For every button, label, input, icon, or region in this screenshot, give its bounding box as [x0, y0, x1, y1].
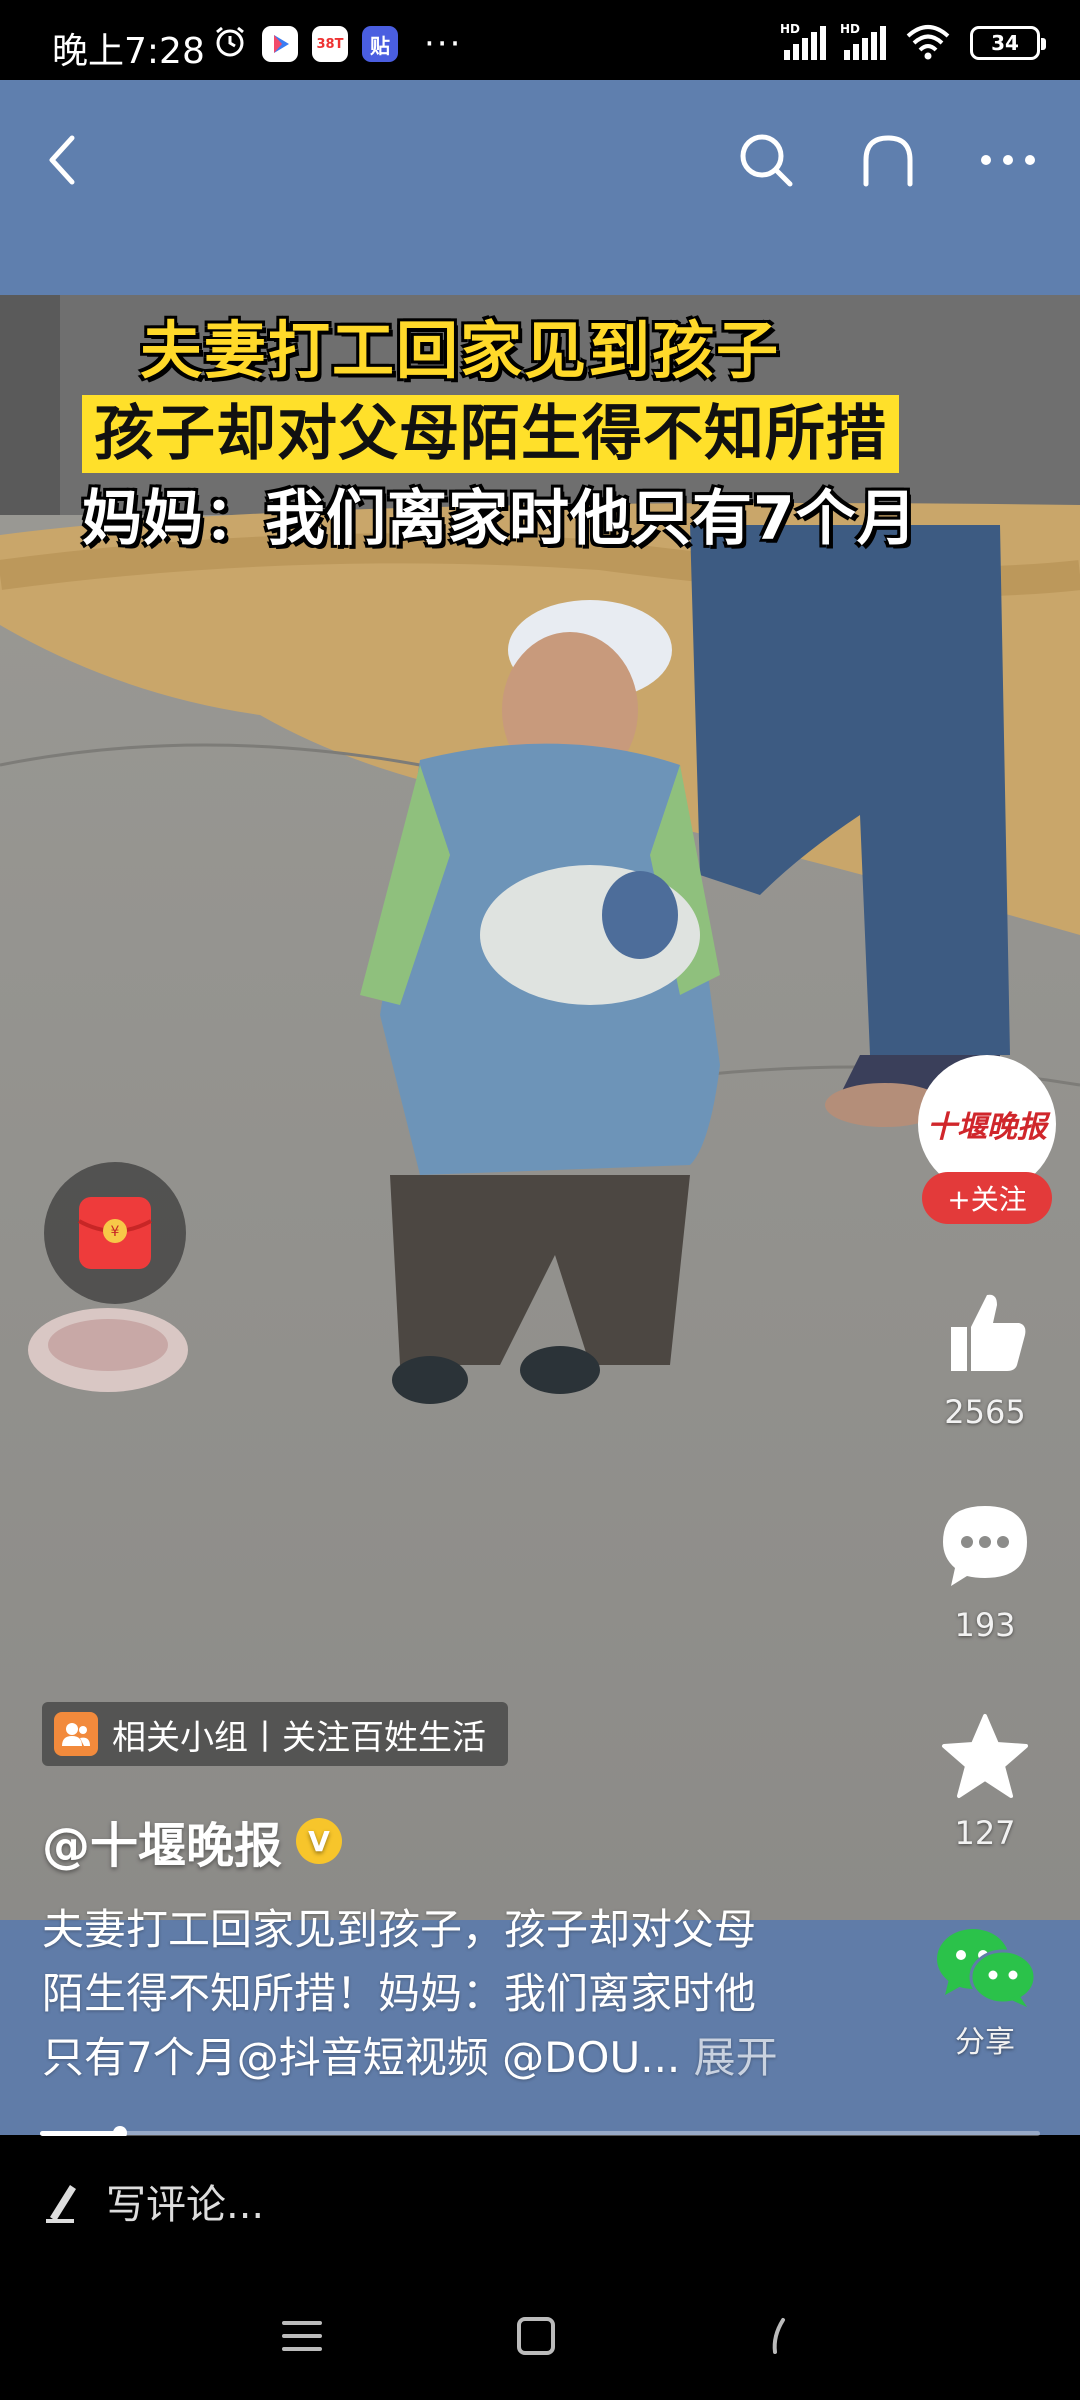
signal-icon-2: HD: [840, 22, 886, 60]
search-icon: [740, 134, 793, 187]
status-bar: 晚上7:28 38T 贴 ··· HD HD 34: [0, 0, 1080, 80]
svg-text:¥: ¥: [111, 1224, 120, 1240]
home-square-icon: [517, 2317, 555, 2355]
red-envelope-icon: ¥: [78, 1197, 152, 1269]
comment-button[interactable]: 193: [910, 1498, 1060, 1644]
like-count: 2565: [944, 1393, 1026, 1431]
share-label: 分享: [955, 2025, 1015, 2060]
news-app-icon: 38T: [312, 26, 348, 62]
signal-icon-1: HD: [780, 22, 826, 60]
listen-button[interactable]: [848, 120, 928, 200]
alarm-icon: [212, 24, 248, 64]
caption-line: 只有7个月@抖音短视频 @DOU...: [42, 2033, 681, 2082]
menu-nav-button[interactable]: [272, 2306, 332, 2366]
system-navigation-bar: [0, 2270, 1080, 2400]
video-headline-2: 孩子却对父母陌生得不知所措: [82, 395, 899, 473]
comment-bar: 写评论...: [0, 2136, 1080, 2270]
red-packet-button[interactable]: ¥: [44, 1162, 186, 1304]
wifi-icon: [904, 22, 952, 64]
author-name: @十堰晚报: [42, 1818, 283, 1874]
verified-badge-icon: V: [296, 1818, 343, 1864]
back-chevron-icon: [772, 2318, 785, 2354]
comment-count: 193: [954, 1606, 1016, 1644]
menu-icon: [282, 2321, 322, 2351]
author-name-row[interactable]: @十堰晚报 V: [42, 1806, 343, 1876]
related-group-tag[interactable]: 相关小组丨关注百姓生活: [42, 1702, 508, 1766]
back-nav-button[interactable]: [748, 2306, 808, 2366]
video-headline-1: 夫妻打工回家见到孩子: [140, 314, 781, 387]
thumbs-up-icon: [951, 1294, 1026, 1371]
battery-icon: 34: [970, 26, 1046, 60]
like-button[interactable]: 2565: [910, 1285, 1060, 1431]
group-tag-label: 相关小组丨关注百姓生活: [112, 1717, 486, 1758]
expand-caption-link[interactable]: 展开: [694, 2033, 778, 2082]
status-time: 晚上7:28: [52, 31, 205, 72]
top-navigation: [0, 80, 1080, 295]
wechat-icon: [937, 1929, 1037, 2007]
video-app-icon: [262, 26, 298, 62]
back-arrow-icon: [49, 135, 75, 185]
favorite-count: 127: [954, 1814, 1016, 1852]
group-icon: [54, 1712, 98, 1756]
comment-placeholder: 写评论...: [106, 2182, 265, 2228]
comment-input[interactable]: 写评论...: [44, 2172, 264, 2230]
headphones-icon: [863, 135, 913, 187]
tieba-app-icon: 贴: [362, 26, 398, 62]
caption-line: 夫妻打工回家见到孩子，孩子却对父母: [42, 1905, 757, 1954]
caption-line: 陌生得不知所措！妈妈：我们离家时他: [42, 1969, 757, 2018]
star-icon: [942, 1714, 1028, 1798]
more-options-button[interactable]: [968, 120, 1048, 200]
search-button[interactable]: [726, 120, 806, 200]
favorite-button[interactable]: 127: [910, 1712, 1060, 1852]
post-caption[interactable]: 夫妻打工回家见到孩子，孩子却对父母 陌生得不知所措！妈妈：我们离家时他 只有7个…: [42, 1898, 862, 2090]
status-system-icons: HD HD 34: [780, 22, 1046, 64]
status-notification-icons: 38T 贴 ···: [212, 24, 462, 64]
more-dots-icon: [981, 155, 1035, 165]
share-button[interactable]: 分享: [910, 1925, 1060, 2061]
comment-bubble-icon: [943, 1506, 1027, 1586]
pen-icon: [46, 2185, 76, 2223]
signal-hd-label: HD: [780, 22, 801, 36]
back-button[interactable]: [22, 120, 102, 200]
home-nav-button[interactable]: [506, 2306, 566, 2366]
follow-button[interactable]: +关注: [922, 1172, 1052, 1224]
video-headline-3: 妈妈：我们离家时他只有7个月: [82, 484, 918, 554]
more-notifications-icon: ···: [424, 24, 463, 64]
signal-hd-label: HD: [840, 22, 861, 36]
